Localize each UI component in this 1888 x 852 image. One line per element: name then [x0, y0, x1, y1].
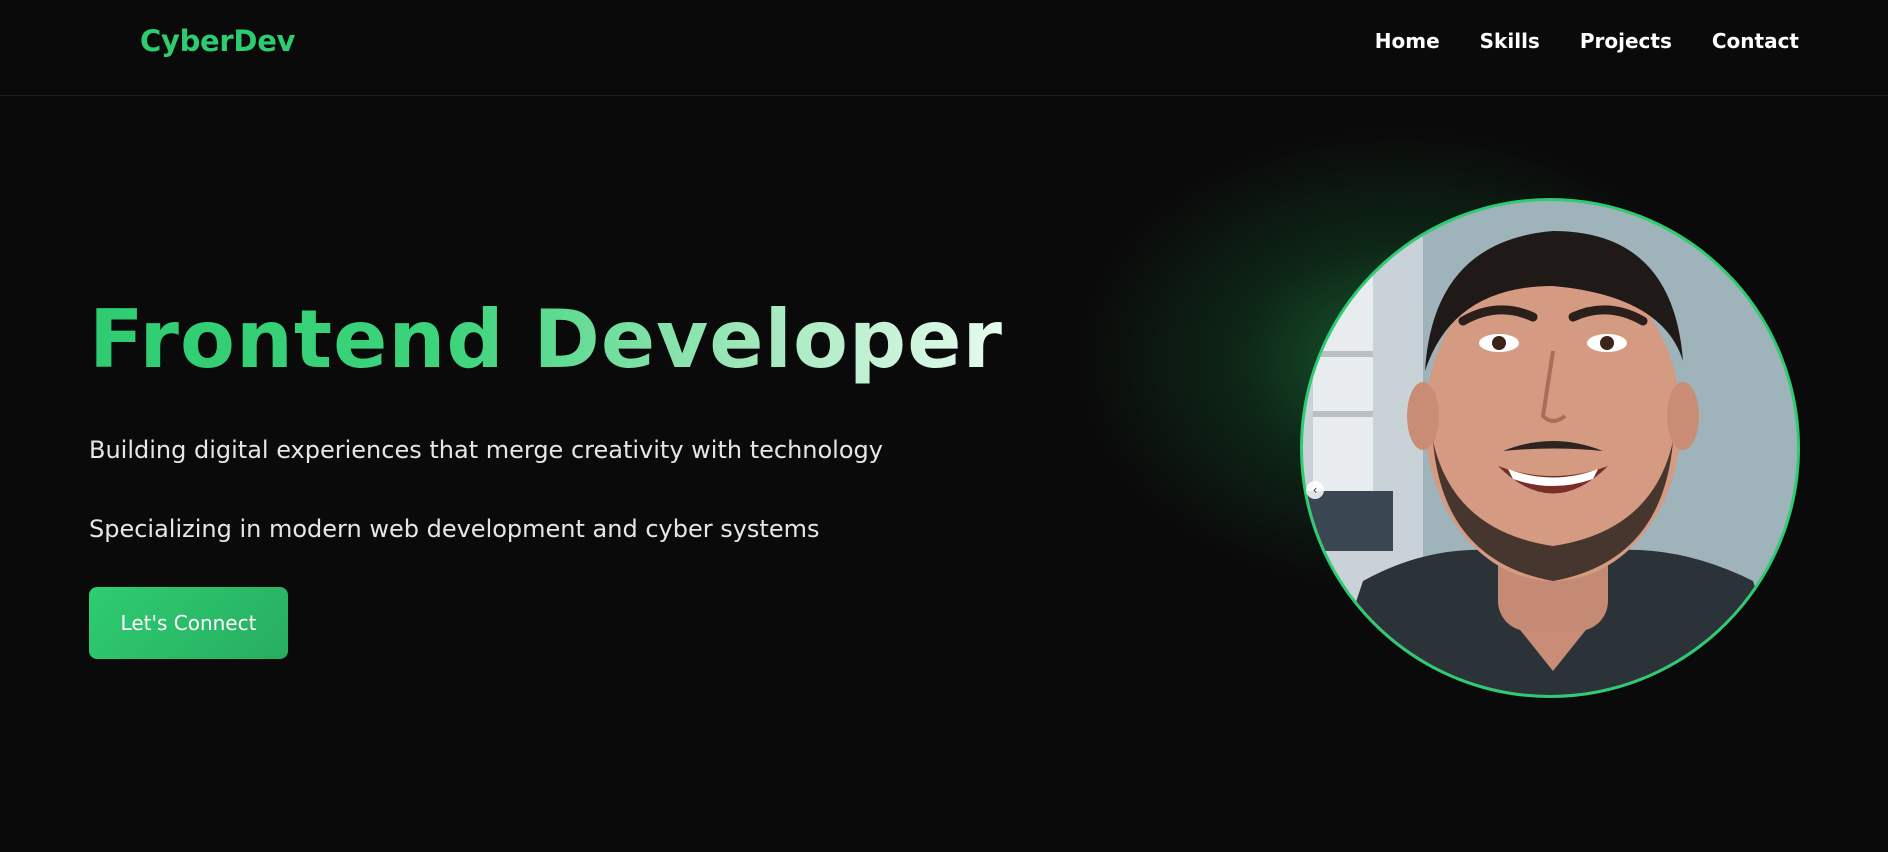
hero-title: Frontend Developer: [89, 293, 1003, 386]
hero-specialization: Specializing in modern web development a…: [89, 515, 820, 543]
nav-links: Home Skills Projects Contact: [1375, 29, 1799, 53]
nav-link-home[interactable]: Home: [1375, 29, 1440, 53]
nav-link-skills[interactable]: Skills: [1480, 29, 1540, 53]
lets-connect-button[interactable]: Let's Connect: [89, 587, 288, 659]
profile-photo: [1300, 198, 1800, 698]
nav-link-projects[interactable]: Projects: [1580, 29, 1672, 53]
nav-link-contact[interactable]: Contact: [1712, 29, 1799, 53]
navbar: CyberDev Home Skills Projects Contact: [0, 0, 1888, 96]
chevron-left-icon[interactable]: ‹: [1306, 481, 1324, 499]
logo[interactable]: CyberDev: [140, 24, 295, 58]
hero-subtitle: Building digital experiences that merge …: [89, 436, 883, 464]
